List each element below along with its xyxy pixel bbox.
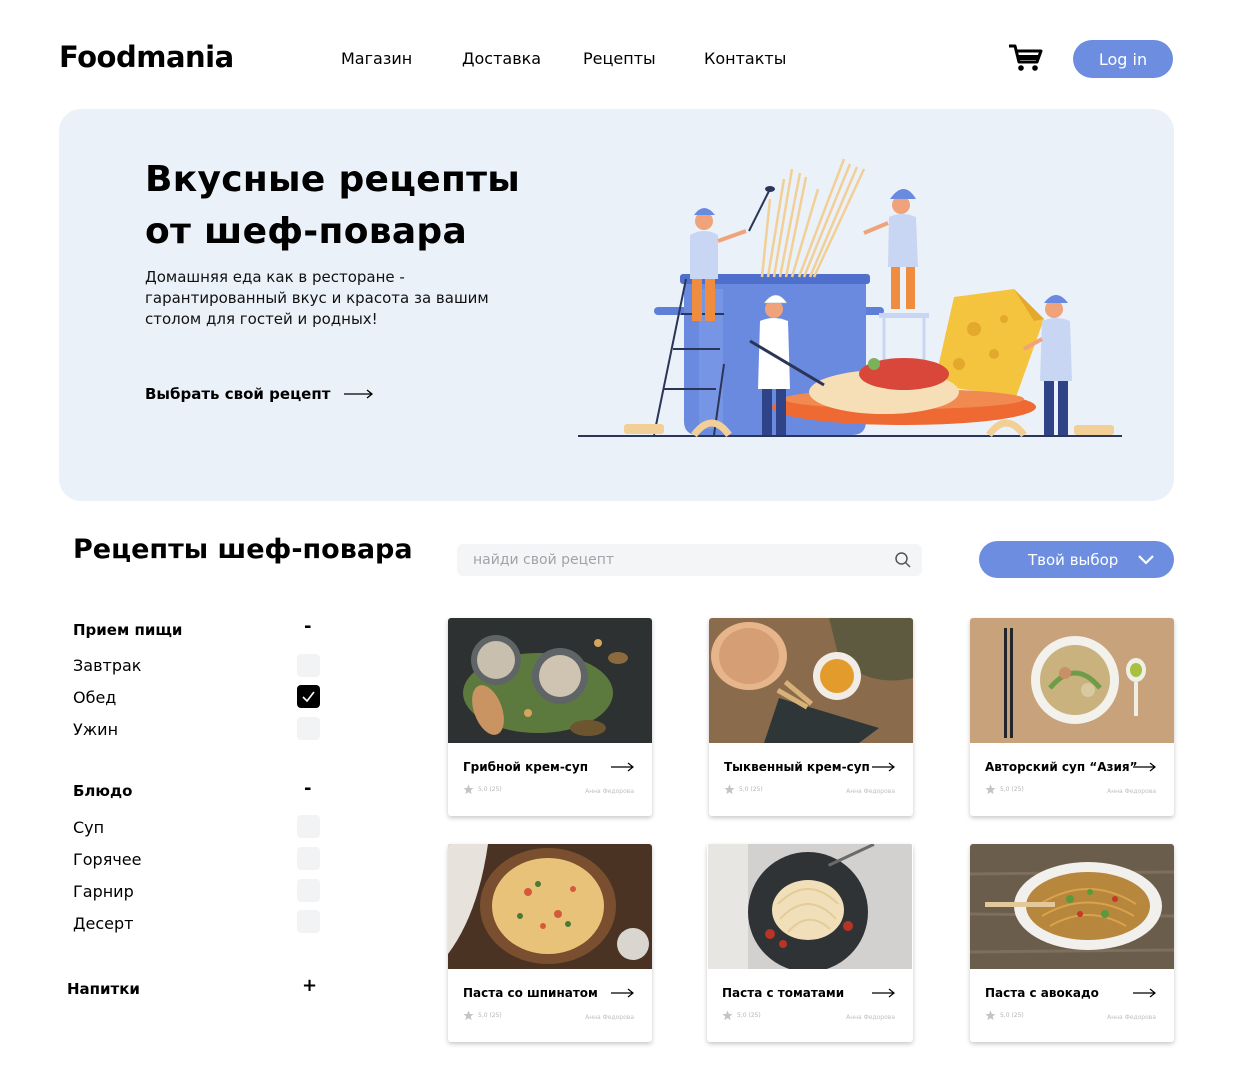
filter-label-dessert: Десерт xyxy=(73,914,134,933)
nav-item-shop[interactable]: Магазин xyxy=(341,49,412,68)
recipe-author: Анна Федорова xyxy=(846,788,895,795)
recipe-card[interactable]: Паста с томатами 5,0 (25) Анна Федорова xyxy=(707,844,913,1042)
nav-item-recipes[interactable]: Рецепты xyxy=(583,49,656,68)
checkbox-dessert[interactable] xyxy=(297,910,320,933)
recipe-card[interactable]: Авторский суп “Азия” 5,0 (25) Анна Федор… xyxy=(970,618,1174,816)
checkbox-soup[interactable] xyxy=(297,815,320,838)
login-button[interactable]: Log in xyxy=(1073,40,1173,78)
recipe-rating: 5,0 (25) xyxy=(722,1010,761,1021)
filter-group-dish-toggle[interactable]: - xyxy=(304,778,311,799)
filter-group-dish[interactable]: Блюдо xyxy=(73,782,132,800)
recipe-rating-value: 5,0 (25) xyxy=(1000,786,1024,793)
recipe-author: Анна Федорова xyxy=(585,1014,634,1021)
recipe-title: Грибной крем-суп xyxy=(463,760,589,774)
nav-item-delivery[interactable]: Доставка xyxy=(462,49,541,68)
recipe-rating: 5,0 (25) xyxy=(463,1010,502,1021)
checkbox-side[interactable] xyxy=(297,879,320,902)
nav-item-contacts[interactable]: Контакты xyxy=(704,49,786,68)
recipe-photo xyxy=(970,618,1174,743)
star-icon xyxy=(463,784,474,795)
filter-group-drinks-toggle[interactable]: + xyxy=(302,975,317,996)
filter-label-hot: Горячее xyxy=(73,850,142,869)
checkbox-lunch[interactable] xyxy=(297,685,320,708)
recipe-card[interactable]: Паста со шпинатом 5,0 (25) Анна Федорова xyxy=(448,844,652,1042)
recipe-title: Паста с авокадо xyxy=(985,986,1099,1000)
recipe-title: Паста со шпинатом xyxy=(463,986,598,1000)
hero-title: Вкусные рецепты от шеф-повара xyxy=(145,154,605,258)
recipe-author: Анна Федорова xyxy=(846,1014,895,1021)
star-icon xyxy=(722,1010,733,1021)
filter-group-drinks[interactable]: Напитки xyxy=(67,980,140,998)
arrow-right-icon[interactable] xyxy=(1133,762,1157,772)
arrow-right-icon[interactable] xyxy=(1133,988,1157,998)
choice-dropdown[interactable]: Твой выбор xyxy=(979,541,1174,578)
recipe-rating: 5,0 (25) xyxy=(985,1010,1024,1021)
filter-label-soup: Суп xyxy=(73,818,105,837)
checkbox-hot[interactable] xyxy=(297,847,320,870)
recipe-photo xyxy=(709,618,913,743)
star-icon xyxy=(985,784,996,795)
cart-icon[interactable] xyxy=(1008,43,1044,73)
star-icon xyxy=(985,1010,996,1021)
recipe-photo xyxy=(448,844,652,969)
recipe-rating-value: 5,0 (25) xyxy=(478,786,502,793)
arrow-right-icon[interactable] xyxy=(611,988,635,998)
filter-group-meal-toggle[interactable]: - xyxy=(304,616,311,637)
recipe-card[interactable]: Тыквенный крем-суп 5,0 (25) Анна Федоров… xyxy=(709,618,913,816)
checkbox-breakfast[interactable] xyxy=(297,654,320,677)
filter-label-breakfast: Завтрак xyxy=(73,656,142,675)
hero-title-line1: Вкусные рецепты xyxy=(145,159,521,200)
recipe-rating-value: 5,0 (25) xyxy=(1000,1012,1024,1019)
recipe-rating-value: 5,0 (25) xyxy=(739,786,763,793)
arrow-right-icon xyxy=(344,389,374,399)
hero-title-line2: от шеф-повара xyxy=(145,211,468,252)
logo[interactable]: Foodmania xyxy=(59,40,234,74)
checkbox-dinner[interactable] xyxy=(297,717,320,740)
checkmark-icon xyxy=(302,691,315,703)
recipe-rating: 5,0 (25) xyxy=(985,784,1024,795)
hero-banner: Вкусные рецепты от шеф-повара Домашняя е… xyxy=(59,109,1174,501)
chevron-down-icon xyxy=(1138,555,1154,565)
filter-group-meal[interactable]: Прием пищи xyxy=(73,621,182,639)
arrow-right-icon[interactable] xyxy=(872,988,896,998)
recipe-rating: 5,0 (25) xyxy=(463,784,502,795)
filter-label-lunch: Обед xyxy=(73,688,117,707)
hero-description: Домашняя еда как в ресторане - гарантиро… xyxy=(145,268,489,328)
filter-label-side: Гарнир xyxy=(73,882,134,901)
filter-label-dinner: Ужин xyxy=(73,720,119,739)
choice-dropdown-label: Твой выбор xyxy=(1028,550,1119,569)
recipe-author: Анна Федорова xyxy=(585,788,634,795)
recipe-author: Анна Федорова xyxy=(1107,788,1156,795)
star-icon xyxy=(724,784,735,795)
recipe-title: Паста с томатами xyxy=(722,986,845,1000)
recipe-photo xyxy=(970,844,1174,969)
recipe-rating: 5,0 (25) xyxy=(724,784,763,795)
search-bar xyxy=(457,544,922,576)
arrow-right-icon[interactable] xyxy=(872,762,896,772)
recipe-title: Авторский суп “Азия” xyxy=(985,760,1138,774)
section-title: Рецепты шеф-повара xyxy=(73,534,413,565)
choose-recipe-label: Выбрать свой рецепт xyxy=(145,385,331,403)
recipe-card[interactable]: Паста с авокадо 5,0 (25) Анна Федорова xyxy=(970,844,1174,1042)
search-icon[interactable] xyxy=(894,551,912,569)
recipe-rating-value: 5,0 (25) xyxy=(478,1012,502,1019)
recipe-author: Анна Федорова xyxy=(1107,1014,1156,1021)
arrow-right-icon[interactable] xyxy=(611,762,635,772)
recipe-photo xyxy=(448,618,652,743)
recipe-photo xyxy=(708,844,912,969)
choose-recipe-link[interactable]: Выбрать свой рецепт xyxy=(145,385,374,403)
star-icon xyxy=(463,1010,474,1021)
recipe-card[interactable]: Грибной крем-суп 5,0 (25) Анна Федорова xyxy=(448,618,652,816)
chefs-cooking-illustration xyxy=(578,158,1122,438)
recipe-rating-value: 5,0 (25) xyxy=(737,1012,761,1019)
recipe-title: Тыквенный крем-суп xyxy=(724,760,870,774)
search-input[interactable] xyxy=(457,544,922,576)
